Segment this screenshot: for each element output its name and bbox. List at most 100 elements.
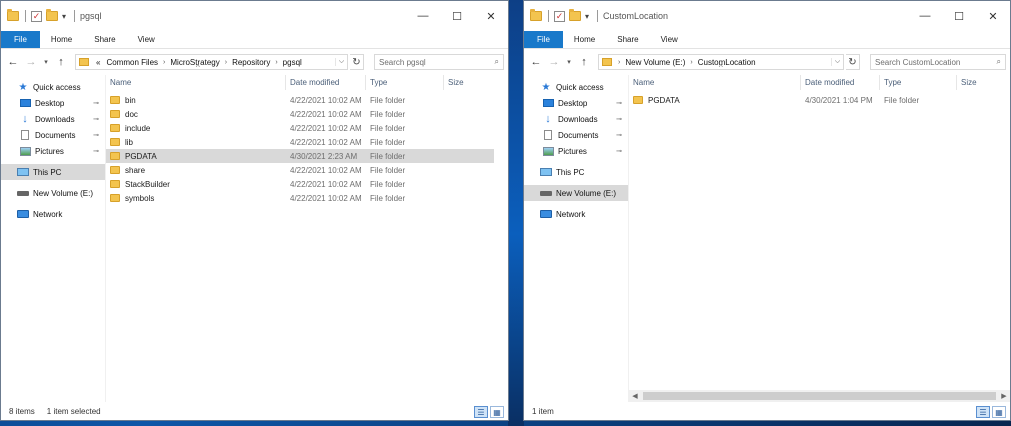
nav-this-pc[interactable]: This PC xyxy=(1,164,105,180)
breadcrumb-overflow[interactable]: « xyxy=(96,58,100,67)
pin-icon[interactable]: ⊸ xyxy=(93,115,99,123)
tab-share[interactable]: Share xyxy=(83,31,126,48)
close-button[interactable]: ✕ xyxy=(976,1,1010,31)
large-icons-view-icon[interactable]: ▦ xyxy=(490,406,504,418)
forward-button[interactable]: → xyxy=(23,54,39,70)
new-folder-icon[interactable] xyxy=(46,9,58,21)
scroll-right-icon[interactable]: ▶ xyxy=(998,392,1010,400)
tab-file[interactable]: File xyxy=(1,31,40,48)
nav-this-pc[interactable]: This PC xyxy=(524,164,628,180)
file-row[interactable]: symbols 4/22/2021 10:02 AM File folder xyxy=(106,191,494,205)
folder-icon xyxy=(530,9,542,21)
refresh-button[interactable]: ↻ xyxy=(846,54,860,70)
file-row[interactable]: lib 4/22/2021 10:02 AM File folder xyxy=(106,135,494,149)
maximize-button[interactable]: ☐ xyxy=(440,1,474,31)
minimize-button[interactable]: — xyxy=(908,1,942,31)
nav-documents[interactable]: Documents ⊸ xyxy=(524,127,628,143)
quick-access-toolbar-dropdown-icon[interactable]: ▾ xyxy=(585,12,589,21)
breadcrumb-common-files[interactable]: Common Files xyxy=(106,58,158,67)
nav-network[interactable]: Network xyxy=(524,206,628,222)
scrollbar-thumb[interactable] xyxy=(643,392,996,400)
nav-new-volume[interactable]: New Volume (E:) xyxy=(524,185,628,201)
tab-view[interactable]: View xyxy=(127,31,166,48)
nav-desktop[interactable]: Desktop ⊸ xyxy=(524,95,628,111)
pin-icon[interactable]: ⊸ xyxy=(616,147,622,155)
up-button[interactable]: ↑ xyxy=(576,54,592,70)
file-row-selected[interactable]: PGDATA 4/30/2021 2:23 AM File folder xyxy=(106,149,494,163)
nav-downloads[interactable]: ↓ Downloads ⊸ xyxy=(524,111,628,127)
up-button[interactable]: ↑ xyxy=(53,54,69,70)
file-row[interactable]: doc 4/22/2021 10:02 AM File folder xyxy=(106,107,494,121)
column-name[interactable]: Name xyxy=(106,75,286,90)
address-bar[interactable]: « Common Files › MicroStrategy › Reposit… xyxy=(75,54,348,70)
details-view-icon[interactable]: ☰ xyxy=(976,406,990,418)
title-bar[interactable]: ✓ ▾ CustomLocation — ☐ ✕ xyxy=(524,1,1010,31)
column-size[interactable]: Size xyxy=(444,75,494,90)
tab-share[interactable]: Share xyxy=(606,31,649,48)
refresh-button[interactable]: ↻ xyxy=(350,54,364,70)
properties-icon[interactable]: ✓ xyxy=(31,10,42,22)
scroll-left-icon[interactable]: ◀ xyxy=(629,392,641,400)
column-type[interactable]: Type xyxy=(366,75,444,90)
breadcrumb-repository[interactable]: Repository xyxy=(232,58,270,67)
back-button[interactable]: ← xyxy=(528,54,544,70)
properties-icon[interactable]: ✓ xyxy=(554,10,565,22)
quick-access-toolbar-dropdown-icon[interactable]: ▾ xyxy=(62,12,66,21)
nav-quick-access[interactable]: ★ Quick access xyxy=(524,79,628,95)
folder-icon xyxy=(110,166,120,174)
forward-button[interactable]: → xyxy=(546,54,562,70)
title-bar[interactable]: ✓ ▾ pgsql — ☐ ✕ xyxy=(1,1,508,31)
tab-home[interactable]: Home xyxy=(40,31,83,48)
chevron-right-icon[interactable]: › xyxy=(690,59,692,66)
chevron-right-icon[interactable]: › xyxy=(225,59,227,66)
pin-icon[interactable]: ⊸ xyxy=(616,131,622,139)
recent-locations-dropdown-icon[interactable]: ▾ xyxy=(41,54,51,70)
details-view-icon[interactable]: ☰ xyxy=(474,406,488,418)
column-date-modified[interactable]: Date modified xyxy=(286,75,366,90)
pin-icon[interactable]: ⊸ xyxy=(93,131,99,139)
breadcrumb-new-volume[interactable]: New Volume (E:) xyxy=(625,58,685,67)
nav-desktop[interactable]: Desktop ⊸ xyxy=(1,95,105,111)
address-dropdown-icon[interactable]: ⌵ xyxy=(335,58,347,66)
column-name[interactable]: Name xyxy=(629,75,801,90)
pin-icon[interactable]: ⊸ xyxy=(93,147,99,155)
column-size[interactable]: Size xyxy=(957,75,1007,90)
nav-pictures[interactable]: Pictures ⊸ xyxy=(524,143,628,159)
recent-locations-dropdown-icon[interactable]: ▾ xyxy=(564,54,574,70)
tab-view[interactable]: View xyxy=(650,31,689,48)
nav-downloads[interactable]: ↓ Downloads ⊸ xyxy=(1,111,105,127)
file-row[interactable]: share 4/22/2021 10:02 AM File folder xyxy=(106,163,494,177)
column-date-modified[interactable]: Date modified xyxy=(801,75,880,90)
minimize-button[interactable]: — xyxy=(406,1,440,31)
chevron-right-icon[interactable]: › xyxy=(618,59,620,66)
nav-new-volume[interactable]: New Volume (E:) xyxy=(1,185,105,201)
file-row[interactable]: StackBuilder 4/22/2021 10:02 AM File fol… xyxy=(106,177,494,191)
file-row[interactable]: bin 4/22/2021 10:02 AM File folder xyxy=(106,93,494,107)
nav-documents[interactable]: Documents ⊸ xyxy=(1,127,105,143)
new-folder-icon[interactable] xyxy=(569,9,581,21)
pin-icon[interactable]: ⊸ xyxy=(93,99,99,107)
breadcrumb-customlocation[interactable]: CustomLocation xyxy=(698,58,756,67)
search-input[interactable]: Search CustomLocation ⌕ xyxy=(870,54,1006,70)
maximize-button[interactable]: ☐ xyxy=(942,1,976,31)
nav-pictures[interactable]: Pictures ⊸ xyxy=(1,143,105,159)
close-button[interactable]: ✕ xyxy=(474,1,508,31)
nav-label: Network xyxy=(33,209,63,219)
pin-icon[interactable]: ⊸ xyxy=(616,115,622,123)
column-type[interactable]: Type xyxy=(880,75,957,90)
search-input[interactable]: Search pgsql ⌕ xyxy=(374,54,504,70)
breadcrumb-pgsql[interactable]: pgsql xyxy=(283,58,302,67)
horizontal-scrollbar[interactable]: ◀ ▶ xyxy=(629,390,1010,402)
nav-quick-access[interactable]: ★ Quick access xyxy=(1,79,105,95)
chevron-right-icon[interactable]: › xyxy=(275,59,277,66)
tab-home[interactable]: Home xyxy=(563,31,606,48)
file-row[interactable]: include 4/22/2021 10:02 AM File folder xyxy=(106,121,494,135)
tab-file[interactable]: File xyxy=(524,31,563,48)
pin-icon[interactable]: ⊸ xyxy=(616,99,622,107)
nav-network[interactable]: Network xyxy=(1,206,105,222)
file-row[interactable]: PGDATA 4/30/2021 1:04 PM File folder xyxy=(629,93,959,107)
large-icons-view-icon[interactable]: ▦ xyxy=(992,406,1006,418)
address-dropdown-icon[interactable]: ⌵ xyxy=(831,58,843,66)
chevron-right-icon[interactable]: › xyxy=(163,59,165,66)
back-button[interactable]: ← xyxy=(5,54,21,70)
